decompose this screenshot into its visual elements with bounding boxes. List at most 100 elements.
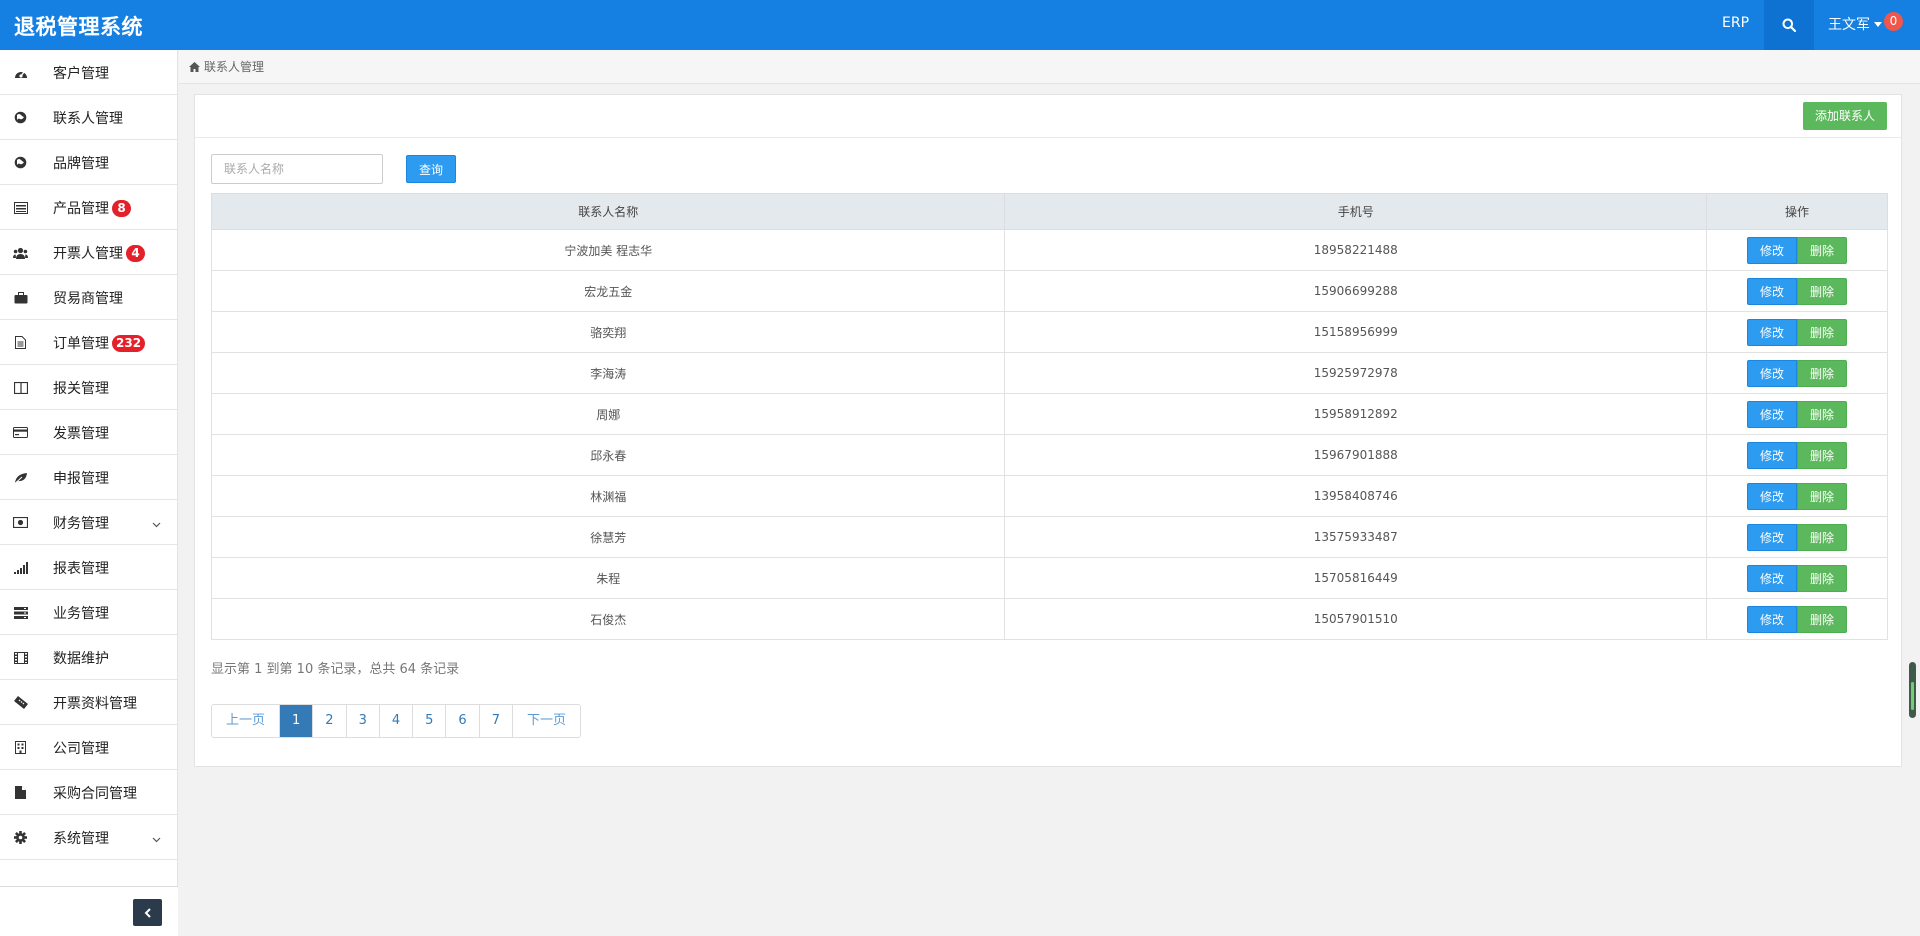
sidebar-item-text: 申报管理: [53, 471, 109, 487]
sidebar-item-3[interactable]: 产品管理 8: [0, 185, 177, 230]
page-scrollbar[interactable]: [1909, 662, 1916, 718]
sidebar-item-12[interactable]: 业务管理: [0, 590, 177, 635]
credit-card-icon: [13, 425, 28, 440]
sidebar-item-13[interactable]: 数据维护: [0, 635, 177, 680]
delete-button[interactable]: 删除: [1797, 605, 1848, 633]
edit-button[interactable]: 修改: [1747, 277, 1798, 305]
next-page-button[interactable]: 下一页: [512, 705, 580, 737]
delete-button[interactable]: 删除: [1797, 277, 1848, 305]
sidebar-item-8[interactable]: 发票管理: [0, 410, 177, 455]
sidebar-item-11[interactable]: 报表管理: [0, 545, 177, 590]
contact-name-cell: 骆奕翔: [210, 311, 1006, 353]
users-icon: [13, 245, 28, 260]
count-badge: 8: [112, 200, 131, 217]
pagination: 上一页 1 2 3 4 5 6 7 下一页: [211, 704, 581, 738]
page-4-button[interactable]: 4: [379, 705, 414, 737]
delete-button[interactable]: 删除: [1797, 236, 1848, 264]
column-header-phone[interactable]: 手机号: [1004, 193, 1708, 230]
delete-button[interactable]: 删除: [1797, 523, 1848, 551]
sidebar-item-10[interactable]: 财务管理: [0, 500, 177, 545]
contact-name-cell: 李海涛: [210, 352, 1006, 394]
sidebar-item-15[interactable]: 公司管理: [0, 725, 177, 770]
sidebar-item-label: 业务管理: [53, 603, 109, 623]
sidebar-collapse-button[interactable]: [133, 899, 162, 926]
phone-cell: 15057901510: [1004, 598, 1708, 640]
row-actions: 修改 删除: [1747, 605, 1848, 633]
sidebar-item-label: 公司管理: [53, 738, 109, 758]
edit-button[interactable]: 修改: [1747, 482, 1798, 510]
sidebar-item-6[interactable]: 订单管理 232: [0, 320, 177, 365]
sidebar-item-label: 报关管理: [53, 378, 109, 398]
table-row: 徐慧芳 13575933487 修改 删除: [210, 516, 1888, 558]
actions-cell: 修改 删除: [1706, 598, 1888, 640]
money-icon: [13, 515, 28, 530]
page-2-button[interactable]: 2: [313, 705, 347, 737]
delete-button[interactable]: 删除: [1797, 441, 1848, 469]
signal-icon: [13, 560, 28, 575]
sidebar-item-7[interactable]: 报关管理: [0, 365, 177, 410]
row-actions: 修改 删除: [1747, 441, 1848, 469]
delete-button[interactable]: 删除: [1797, 400, 1848, 428]
sidebar-item-text: 系统管理: [53, 831, 109, 847]
sidebar-item-17[interactable]: 系统管理: [0, 815, 177, 860]
page-3-button[interactable]: 3: [346, 705, 380, 737]
sidebar-item-0[interactable]: 客户管理: [0, 50, 177, 95]
user-menu[interactable]: 王文军: [1828, 14, 1882, 34]
count-badge: 4: [126, 245, 145, 262]
sidebar-item-label: 数据维护: [53, 648, 109, 668]
phone-cell: 15967901888: [1004, 434, 1708, 476]
sidebar-item-5[interactable]: 贸易商管理: [0, 275, 177, 320]
sidebar-item-label: 财务管理: [53, 513, 109, 533]
prev-page-button[interactable]: 上一页: [212, 705, 281, 737]
column-header-name[interactable]: 联系人名称: [210, 193, 1006, 230]
sidebar-item-text: 开票人管理: [53, 246, 123, 262]
sidebar-item-1[interactable]: 联系人管理: [0, 95, 177, 140]
edit-button[interactable]: 修改: [1747, 441, 1798, 469]
page-5-button[interactable]: 5: [413, 705, 447, 737]
sidebar-item-text: 联系人管理: [53, 111, 123, 127]
edit-button[interactable]: 修改: [1747, 564, 1798, 592]
search-button[interactable]: [1764, 0, 1814, 50]
query-button[interactable]: 查询: [406, 155, 456, 183]
delete-button[interactable]: 删除: [1797, 482, 1848, 510]
sidebar-item-text: 采购合同管理: [53, 786, 137, 802]
delete-button[interactable]: 删除: [1797, 564, 1848, 592]
page-6-button[interactable]: 6: [446, 705, 480, 737]
edit-button[interactable]: 修改: [1747, 318, 1798, 346]
contact-name-cell: 宏龙五金: [210, 270, 1006, 312]
sidebar-item-14[interactable]: 开票资料管理: [0, 680, 177, 725]
sidebar-item-9[interactable]: 申报管理: [0, 455, 177, 500]
chevron-left-icon: [144, 907, 151, 918]
edit-button[interactable]: 修改: [1747, 236, 1798, 264]
notification-badge[interactable]: 0: [1884, 12, 1903, 31]
sidebar-item-label: 申报管理: [53, 468, 109, 488]
actions-cell: 修改 删除: [1706, 352, 1888, 394]
list-icon: [13, 200, 28, 215]
sidebar-item-16[interactable]: 采购合同管理: [0, 770, 177, 815]
phone-cell: 13575933487: [1004, 516, 1708, 558]
delete-button[interactable]: 删除: [1797, 359, 1848, 387]
briefcase-icon: [13, 290, 28, 305]
breadcrumb-current: 联系人管理: [204, 60, 265, 74]
edit-button[interactable]: 修改: [1747, 605, 1798, 633]
add-contact-button[interactable]: 添加联系人: [1802, 102, 1887, 130]
actions-cell: 修改 删除: [1706, 434, 1888, 476]
chevron-down-icon[interactable]: [152, 832, 161, 847]
row-actions: 修改 删除: [1747, 236, 1848, 264]
page-1-button[interactable]: 1: [280, 705, 314, 737]
sidebar: 客户管理 联系人管理 品牌管理 产品管理 8 开票人管理 4 贸易商管理 订单管理 232 报关管理…: [0, 50, 178, 936]
sidebar-item-label: 系统管理: [53, 828, 109, 848]
dashboard-icon: [13, 65, 28, 80]
chevron-down-icon[interactable]: [152, 517, 161, 532]
erp-link[interactable]: ERP: [1722, 15, 1749, 31]
edit-button[interactable]: 修改: [1747, 359, 1798, 387]
contact-name-search-input[interactable]: [211, 154, 383, 184]
page-7-button[interactable]: 7: [479, 705, 513, 737]
sidebar-item-2[interactable]: 品牌管理: [0, 140, 177, 185]
panel-header: 添加联系人: [195, 95, 1901, 138]
edit-button[interactable]: 修改: [1747, 400, 1798, 428]
sidebar-item-4[interactable]: 开票人管理 4: [0, 230, 177, 275]
edit-button[interactable]: 修改: [1747, 523, 1798, 551]
delete-button[interactable]: 删除: [1797, 318, 1848, 346]
phone-cell: 15925972978: [1004, 352, 1708, 394]
